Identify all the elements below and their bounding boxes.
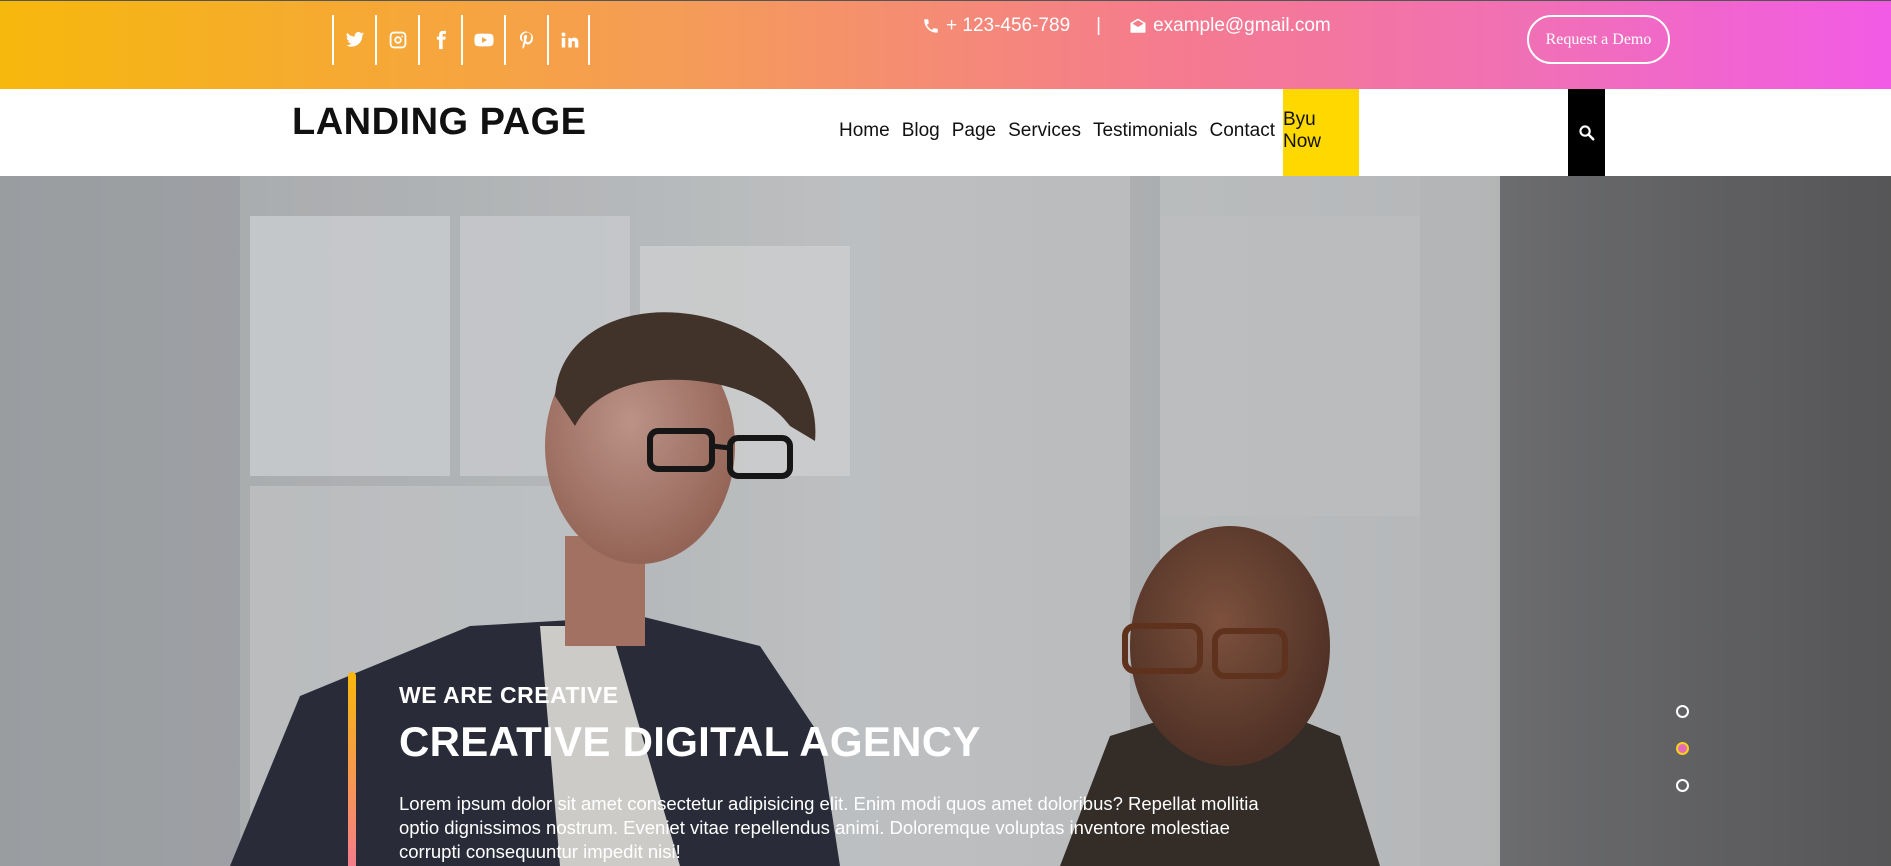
nav-home[interactable]: Home: [833, 89, 896, 176]
social-links: [332, 15, 590, 65]
facebook-icon: [436, 30, 446, 50]
hero-section: WE ARE CREATIVE CREATIVE DIGITAL AGENCY …: [0, 176, 1891, 866]
hero-description: Lorem ipsum dolor sit amet consectetur a…: [399, 793, 1259, 862]
nav-buy-now[interactable]: Byu Now: [1282, 89, 1359, 176]
email-address[interactable]: example@gmail.com: [1153, 15, 1331, 37]
linkedin-icon: [561, 32, 578, 48]
slider-dot-3[interactable]: [1676, 779, 1689, 792]
hero-headline: CREATIVE DIGITAL AGENCY: [399, 718, 981, 765]
linkedin-link[interactable]: [547, 15, 590, 65]
nav-testimonials[interactable]: Testimonials: [1087, 89, 1204, 176]
pinterest-icon: [519, 31, 533, 49]
nav-services[interactable]: Services: [1002, 89, 1087, 176]
envelope-icon: [1130, 18, 1146, 33]
navbar: LANDING PAGE Home Blog Page Services Tes…: [0, 89, 1891, 176]
phone-icon: [924, 19, 938, 33]
facebook-link[interactable]: [418, 15, 461, 65]
instagram-icon: [389, 31, 406, 49]
slider-dot-2[interactable]: [1676, 742, 1689, 755]
youtube-link[interactable]: [461, 15, 504, 65]
twitter-icon: [345, 32, 364, 47]
top-bar: + 123-456-789 | example@gmail.com Reques…: [0, 0, 1891, 89]
nav-blog[interactable]: Blog: [896, 89, 946, 176]
contact-separator: |: [1096, 15, 1102, 36]
site-logo[interactable]: LANDING PAGE: [292, 101, 587, 144]
pinterest-link[interactable]: [504, 15, 547, 65]
phone-number[interactable]: + 123-456-789: [946, 15, 1070, 37]
search-button[interactable]: [1568, 89, 1605, 176]
twitter-link[interactable]: [332, 15, 375, 65]
request-demo-button[interactable]: Request a Demo: [1527, 15, 1670, 64]
instagram-link[interactable]: [375, 15, 418, 65]
hero-kicker: WE ARE CREATIVE: [399, 682, 619, 708]
search-icon: [1579, 125, 1595, 141]
nav-contact[interactable]: Contact: [1204, 89, 1281, 176]
slider-dot-1[interactable]: [1676, 705, 1689, 718]
hero-accent-bar: [348, 672, 356, 866]
youtube-icon: [473, 33, 494, 47]
main-menu: Home Blog Page Services Testimonials Con…: [833, 89, 1359, 176]
nav-page[interactable]: Page: [946, 89, 1002, 176]
contact-info: + 123-456-789 | example@gmail.com: [922, 15, 1331, 37]
